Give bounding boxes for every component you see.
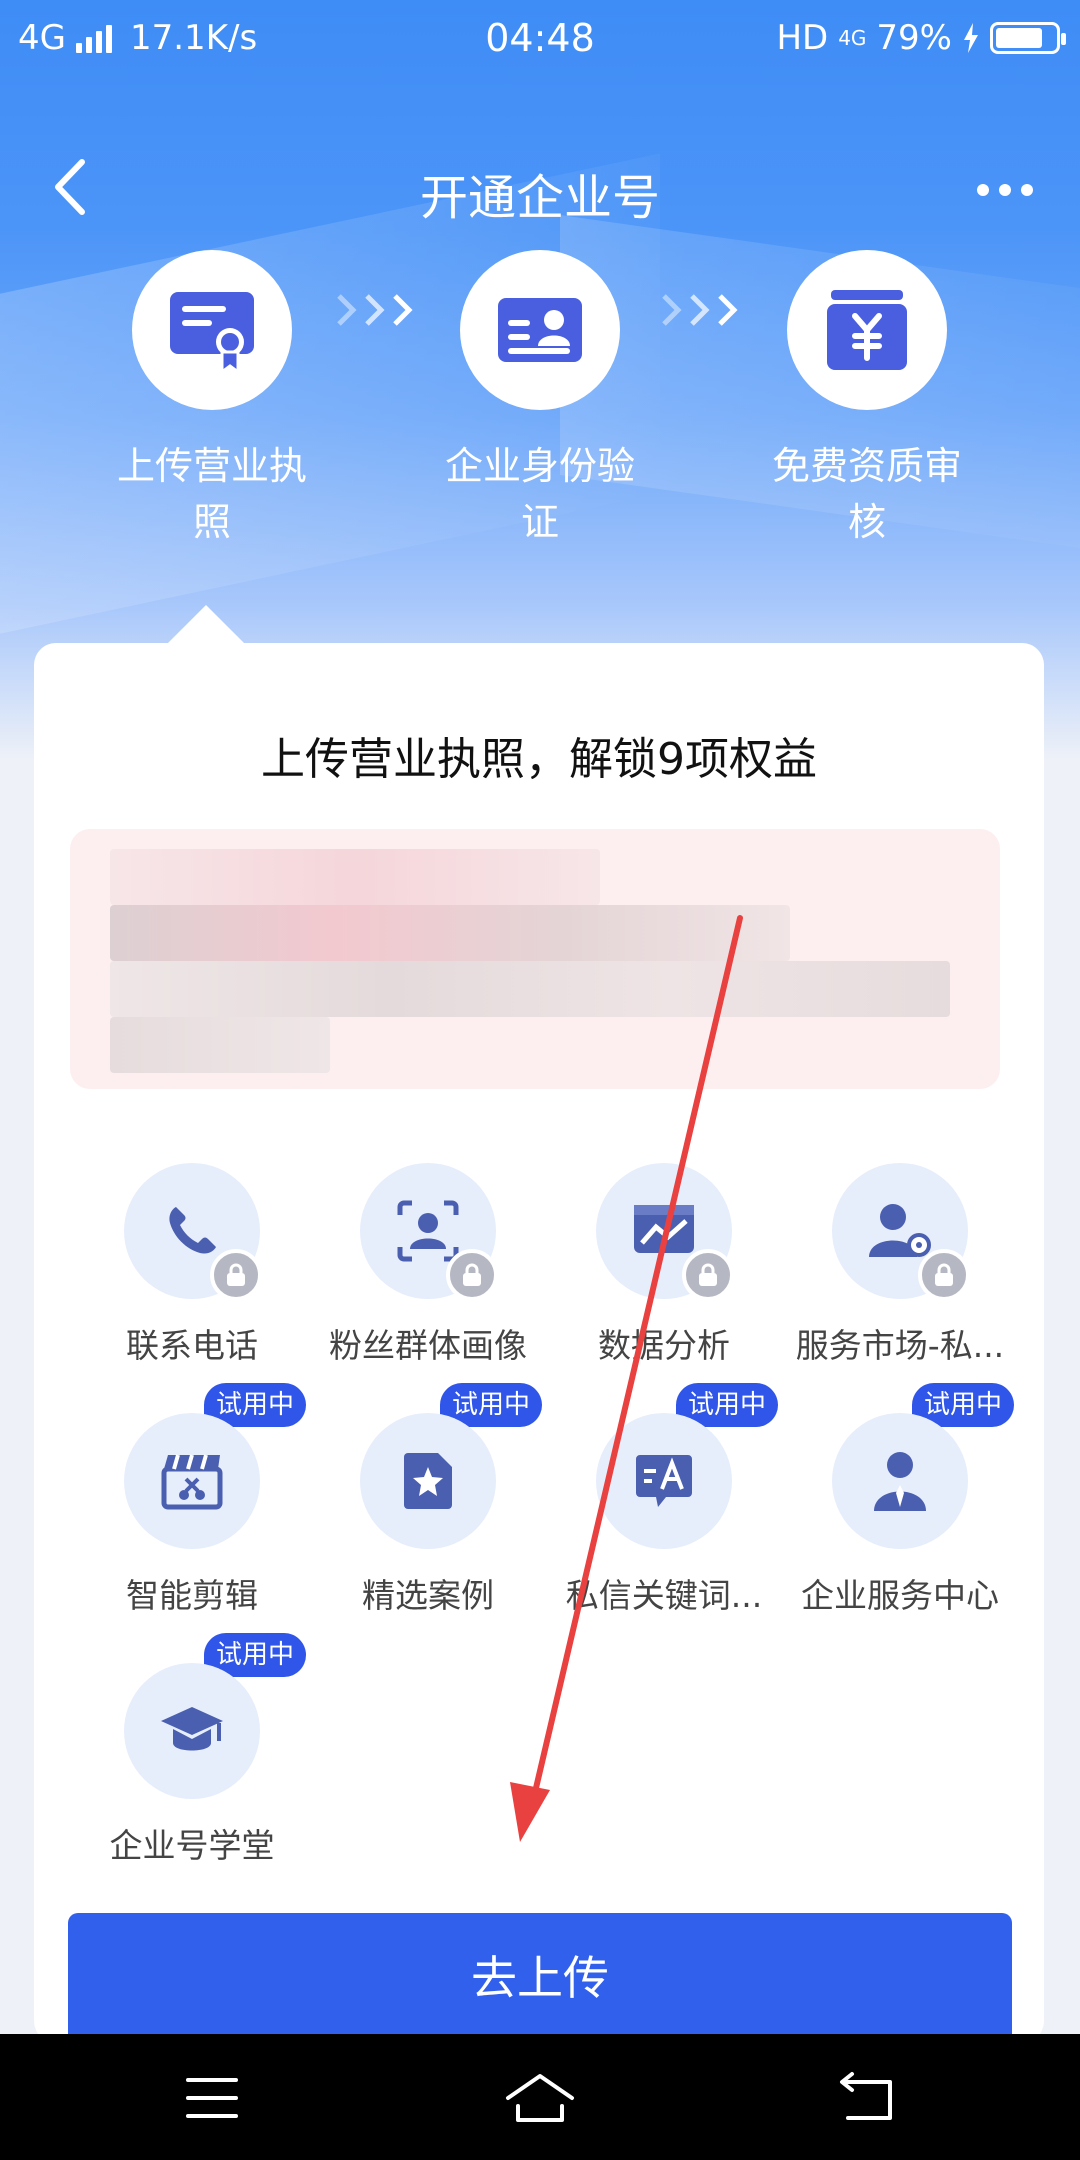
home-icon	[506, 2074, 574, 2122]
feature-label: 私信关键词...	[565, 1576, 763, 1615]
feature-label: 联系电话	[126, 1326, 258, 1365]
feature-academy[interactable]: 试用中 企业号学堂	[74, 1633, 310, 1867]
chart-icon	[634, 1205, 694, 1253]
feature-label: 粉丝群体画像	[329, 1326, 527, 1365]
feature-featured-cases[interactable]: 试用中 精选案例	[310, 1383, 546, 1617]
feature-label: 精选案例	[362, 1576, 494, 1615]
system-nav-bar	[0, 2034, 1080, 2160]
nav-bar: 开通企业号	[0, 140, 1080, 240]
certificate-icon	[170, 292, 254, 375]
id-card-icon	[498, 298, 582, 362]
more-dot-icon	[977, 184, 989, 196]
card-pointer	[166, 605, 246, 645]
page-title: 开通企业号	[419, 170, 660, 226]
agent-icon	[874, 1452, 926, 1511]
upload-button[interactable]: 去上传	[68, 1913, 1012, 2043]
redacted-content	[70, 829, 1000, 1089]
benefits-card: 上传营业执照，解锁9项权益 联系电话 粉丝群体画像 数据分析 服务市场-私...…	[34, 643, 1044, 2043]
feature-label: 智能剪辑	[126, 1576, 258, 1615]
network-type-2: 4G	[838, 26, 867, 50]
lock-icon	[682, 1249, 734, 1301]
lock-icon	[918, 1249, 970, 1301]
user-gear-icon	[869, 1204, 931, 1257]
phone-icon	[169, 1207, 216, 1254]
face-scan-icon	[397, 1200, 459, 1262]
step-qualification-review: 免费资质审核	[727, 250, 1007, 550]
step-identity-verify: 企业身份验证	[400, 250, 680, 550]
feature-smart-edit[interactable]: 试用中 智能剪辑	[74, 1383, 310, 1617]
lock-icon	[210, 1249, 262, 1301]
battery-icon	[990, 22, 1066, 54]
battery-percent: 79%	[876, 18, 952, 58]
step-label: 免费资质审核	[771, 444, 962, 544]
menu-icon	[186, 2078, 238, 2118]
card-title: 上传营业执照，解锁9项权益	[261, 734, 817, 785]
graduation-cap-icon	[161, 1707, 223, 1751]
feature-contact-phone[interactable]: 联系电话	[74, 1163, 310, 1367]
yuan-box-icon	[827, 290, 907, 370]
back-nav-button[interactable]	[828, 2070, 908, 2126]
clapper-icon	[161, 1454, 223, 1510]
feature-label: 企业号学堂	[109, 1826, 275, 1865]
status-bar: 4G 17.1K/s 04:48 HD 4G 79%	[0, 0, 1080, 74]
feature-label: 数据分析	[598, 1326, 730, 1365]
hd-indicator: HD	[776, 18, 829, 58]
lock-icon	[446, 1249, 498, 1301]
more-dot-icon	[1021, 184, 1033, 196]
more-dot-icon	[999, 184, 1011, 196]
feature-label: 企业服务中心	[801, 1576, 999, 1615]
feature-service-market[interactable]: 服务市场-私...	[782, 1163, 1018, 1367]
return-icon	[840, 2072, 892, 2120]
more-button[interactable]	[970, 170, 1040, 210]
feature-data-analysis[interactable]: 数据分析	[546, 1163, 782, 1367]
charging-icon	[964, 23, 978, 53]
step-label: 企业身份验证	[444, 444, 635, 544]
star-doc-icon	[404, 1453, 452, 1509]
feature-fan-profile[interactable]: 粉丝群体画像	[310, 1163, 546, 1367]
home-button[interactable]	[500, 2070, 580, 2126]
step-label: 上传营业执照	[116, 444, 307, 544]
feature-dm-keywords[interactable]: 试用中 私信关键词...	[546, 1383, 782, 1617]
message-a-icon	[636, 1455, 692, 1507]
feature-label: 服务市场-私...	[795, 1326, 1005, 1365]
step-upload-license: 上传营业执照	[72, 250, 352, 550]
feature-service-center[interactable]: 试用中 企业服务中心	[782, 1383, 1018, 1617]
menu-button[interactable]	[172, 2070, 252, 2126]
